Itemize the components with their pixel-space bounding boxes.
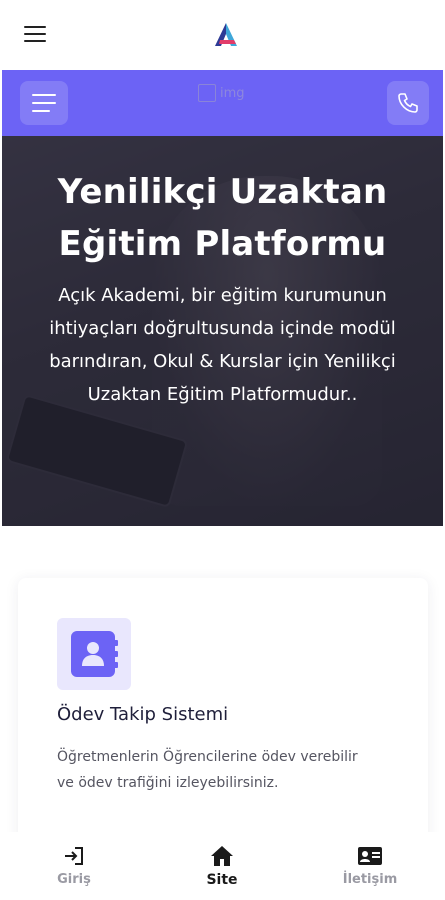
hero-banner: Yenilikçi Uzaktan Eğitim Platformu Açık …: [2, 136, 443, 526]
phone-button[interactable]: [387, 81, 429, 125]
hero-subtitle: Açık Akademi, bir eğitim kurumunun ihtiy…: [49, 285, 396, 405]
app-logo: [215, 23, 237, 46]
contact-card-icon: [358, 847, 382, 865]
contact-book-icon: [57, 618, 131, 690]
image-alt-text: img: [220, 86, 245, 101]
nav-label-contact: İletişim: [342, 872, 398, 887]
bottom-navigation: Giriş Site İletişim: [0, 832, 445, 900]
login-icon: [65, 847, 83, 865]
app-bar: [0, 0, 445, 70]
site-menu-button[interactable]: [20, 81, 68, 125]
nav-item-login[interactable]: Giriş: [0, 832, 148, 900]
menu-lines-icon: [32, 94, 56, 96]
card-description: Öğretmenlerin Öğrencilerine ödev verebil…: [57, 749, 358, 791]
site-header: img: [2, 70, 443, 136]
card-title: Ödev Takip Sistemi: [57, 704, 229, 725]
home-icon: [211, 846, 233, 866]
nav-label-login: Giriş: [57, 872, 91, 887]
nav-item-contact[interactable]: İletişim: [296, 832, 444, 900]
hamburger-icon[interactable]: [24, 26, 46, 44]
nav-item-site[interactable]: Site: [148, 832, 296, 900]
site-logo-image: img: [198, 83, 258, 105]
nav-label-site: Site: [206, 872, 238, 888]
phone-icon: [398, 93, 418, 113]
feature-card: Ödev Takip Sistemi Öğretmenlerin Öğrenci…: [18, 578, 428, 868]
hero-title: Yenilikçi Uzaktan Eğitim Platformu: [57, 172, 388, 264]
